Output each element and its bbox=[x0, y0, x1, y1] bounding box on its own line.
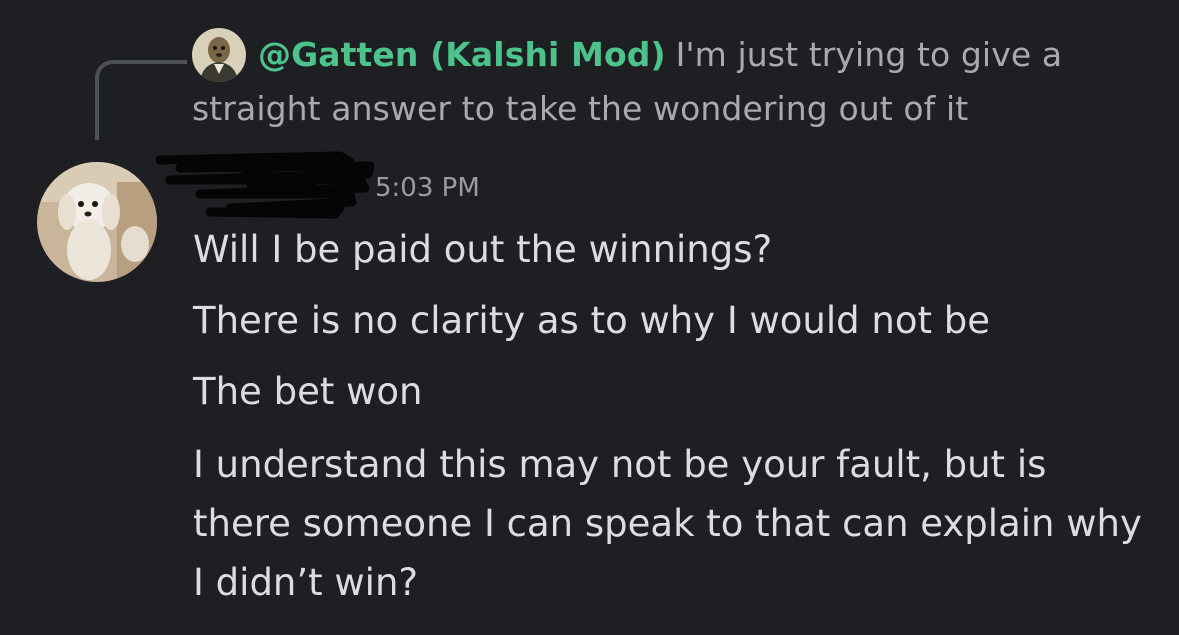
reply-author-name[interactable]: @Gatten (Kalshi Mod) bbox=[258, 35, 666, 74]
message-line: The bet won bbox=[193, 370, 423, 413]
reply-preview[interactable]: @Gatten (Kalshi Mod) I'm just trying to g… bbox=[192, 28, 1142, 136]
message-timestamp[interactable]: 5:03 PM bbox=[375, 168, 480, 208]
message-line: There is no clarity as to why I would no… bbox=[193, 299, 990, 342]
dog-avatar-icon bbox=[37, 162, 157, 282]
user-avatar[interactable] bbox=[37, 162, 157, 282]
message-list: Will I be paid out the winnings? There i… bbox=[193, 222, 1153, 627]
reply-connector-line bbox=[95, 60, 187, 140]
message-line: Will I be paid out the winnings? bbox=[193, 228, 773, 271]
redacted-username bbox=[155, 151, 375, 219]
message-line: I understand this may not be your fault,… bbox=[193, 443, 1142, 604]
